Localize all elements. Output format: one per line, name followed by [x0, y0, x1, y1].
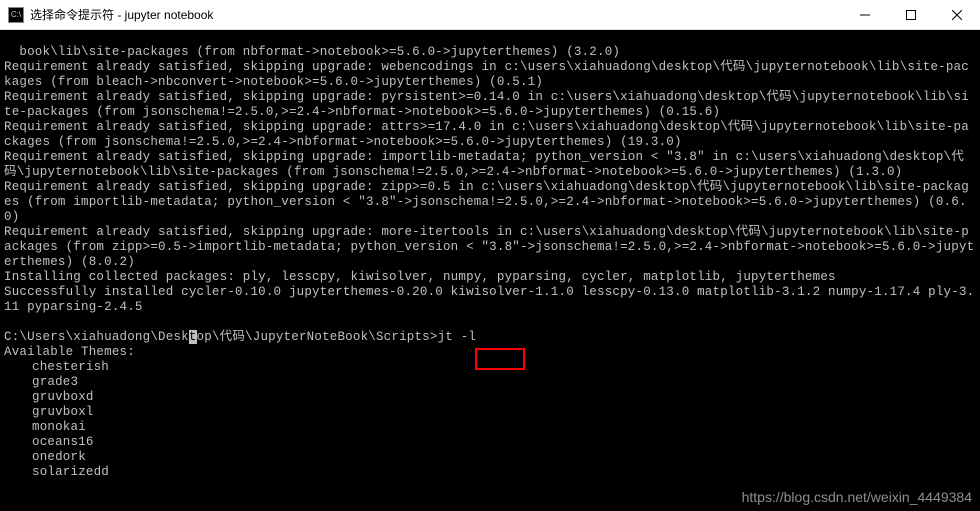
close-button[interactable] [934, 0, 980, 29]
terminal-output[interactable]: book\lib\site-packages (from nbformat->n… [0, 30, 980, 480]
theme-item: solarizedd [4, 465, 976, 480]
prompt-line: C:\Users\xiahuadong\Desktop\代码\JupyterNo… [4, 330, 476, 344]
cmd-icon: C:\ [8, 7, 24, 23]
output-line: Successfully installed cycler-0.10.0 jup… [4, 285, 974, 314]
minimize-button[interactable] [842, 0, 888, 29]
theme-item: grade3 [4, 375, 976, 390]
theme-item: onedork [4, 450, 976, 465]
themes-header: Available Themes: [4, 345, 143, 359]
output-line: Requirement already satisfied, skipping … [4, 180, 969, 224]
output-line: book\lib\site-packages (from nbformat->n… [19, 45, 620, 59]
text-cursor: t [189, 330, 197, 344]
watermark: https://blog.csdn.net/weixin_4449384 [742, 489, 972, 505]
window-controls [842, 0, 980, 29]
window-title: 选择命令提示符 - jupyter notebook [30, 6, 842, 23]
output-line: Installing collected packages: ply, less… [4, 270, 836, 284]
output-line: Requirement already satisfied, skipping … [4, 120, 969, 149]
theme-item: oceans16 [4, 435, 976, 450]
maximize-button[interactable] [888, 0, 934, 29]
theme-item: chesterish [4, 360, 976, 375]
prompt-suffix: op\代码\JupyterNoteBook\Scripts> [197, 330, 438, 344]
titlebar: C:\ 选择命令提示符 - jupyter notebook [0, 0, 980, 30]
output-line: Requirement already satisfied, skipping … [4, 225, 974, 269]
prompt-prefix: C:\Users\xiahuadong\Desk [4, 330, 189, 344]
output-line: Requirement already satisfied, skipping … [4, 60, 969, 89]
output-line: Requirement already satisfied, skipping … [4, 90, 969, 119]
output-line: Requirement already satisfied, skipping … [4, 150, 964, 179]
command-text: jt -l [438, 330, 477, 344]
theme-item: gruvboxd [4, 390, 976, 405]
theme-item: monokai [4, 420, 976, 435]
theme-item: gruvboxl [4, 405, 976, 420]
